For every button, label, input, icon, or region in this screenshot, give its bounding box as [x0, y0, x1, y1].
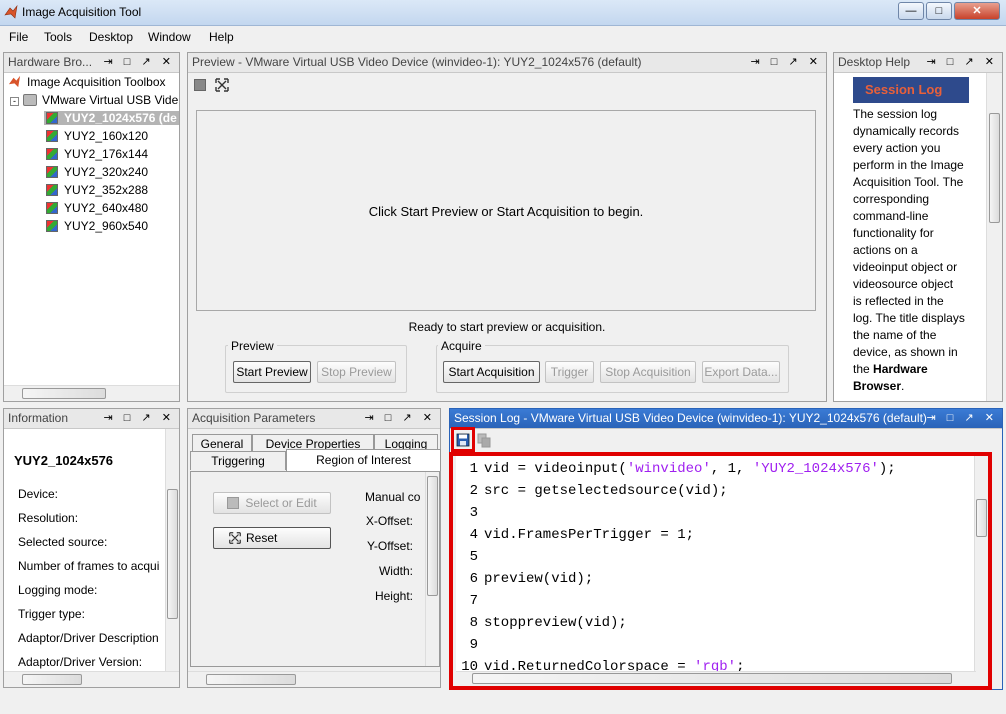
menu-window[interactable]: Window — [148, 30, 191, 44]
scroll-thumb[interactable] — [989, 113, 1000, 223]
format-icon — [46, 130, 58, 142]
tree-root[interactable]: Image Acquisition Toolbox — [8, 75, 166, 89]
fit-to-window-icon[interactable] — [214, 77, 230, 93]
start-preview-button[interactable]: Start Preview — [233, 361, 311, 383]
toolbox-icon — [8, 75, 21, 88]
tree-format-item[interactable]: YUY2_352x288 — [46, 183, 148, 197]
tab-triggering[interactable]: Triggering — [190, 451, 286, 470]
menu-file[interactable]: File — [9, 30, 28, 44]
start-acquisition-button[interactable]: Start Acquisition — [443, 361, 540, 383]
menu-bar: File Tools Desktop Window Help — [0, 27, 1006, 47]
info-row: Adaptor/Driver Version: — [18, 655, 143, 669]
info-row: Logging mode: — [18, 583, 98, 597]
menu-desktop[interactable]: Desktop — [89, 30, 133, 44]
stop-preview-button[interactable]: Stop Preview — [317, 361, 396, 383]
preview-panel: Preview - VMware Virtual USB Video Devic… — [187, 52, 827, 402]
info-row: Number of frames to acqui — [18, 559, 160, 573]
info-row: Device: — [18, 487, 59, 501]
scroll-thumb[interactable] — [167, 489, 178, 619]
roi-tab-content: Select or Edit Reset Manual co X-Offset:… — [190, 471, 440, 667]
camera-icon — [23, 94, 37, 106]
title-bar: Image Acquisition Tool — □ ✕ — [0, 0, 1006, 26]
acq-hscrollbar[interactable] — [188, 671, 440, 687]
help-vscrollbar[interactable] — [986, 73, 1002, 401]
panel-header-icons[interactable]: ⇥ □ ↗ ✕ — [751, 55, 822, 68]
format-icon — [46, 112, 58, 124]
window-maximize-button[interactable]: □ — [926, 2, 952, 20]
information-panel: Information ⇥ □ ↗ ✕ YUY2_1024x576 Device… — [3, 408, 180, 688]
menu-help[interactable]: Help — [209, 30, 234, 44]
tab-region-of-interest[interactable]: Region of Interest — [286, 449, 441, 471]
panel-header-icons[interactable]: ⇥ □ ↗ ✕ — [927, 411, 998, 424]
format-icon — [46, 148, 58, 160]
y-offset-label: Y-Offset: — [366, 539, 413, 553]
manual-config-label: Manual co — [365, 490, 421, 504]
format-icon — [46, 220, 58, 232]
scroll-thumb[interactable] — [206, 674, 296, 685]
window-minimize-button[interactable]: — — [898, 2, 924, 20]
scroll-thumb[interactable] — [427, 476, 438, 596]
reset-button[interactable]: Reset — [213, 527, 331, 549]
desktop-help-panel: Desktop Help ⇥ □ ↗ ✕ Session Log The ses… — [833, 52, 1003, 402]
select-or-edit-button[interactable]: Select or Edit — [213, 492, 331, 514]
info-row: Resolution: — [18, 511, 79, 525]
tree-format-item[interactable]: YUY2_160x120 — [46, 129, 148, 143]
help-link-hardware[interactable]: Hardware — [873, 362, 928, 376]
panel-header-icons[interactable]: ⇥ □ ↗ ✕ — [927, 55, 998, 68]
acquire-group-label: Acquire — [438, 339, 485, 353]
hardware-tree: Image Acquisition Toolbox - VMware Virtua… — [4, 73, 179, 383]
log-highlight-box — [449, 452, 992, 690]
preview-area: Click Start Preview or Start Acquisition… — [196, 110, 816, 311]
tree-format-item[interactable]: YUY2_960x540 — [46, 219, 148, 233]
width-label: Width: — [378, 564, 413, 578]
copy-icon[interactable] — [477, 433, 492, 448]
window-close-button[interactable]: ✕ — [954, 2, 1000, 20]
format-icon — [46, 184, 58, 196]
panel-header-icons[interactable]: ⇥ □ ↗ ✕ — [365, 411, 436, 424]
matlab-logo-icon — [4, 5, 18, 19]
reset-icon — [229, 532, 241, 544]
panel-header-icons[interactable]: ⇥ □ ↗ ✕ — [104, 411, 175, 424]
info-vscrollbar[interactable] — [165, 429, 179, 671]
tree-format-item[interactable]: YUY2_640x480 — [46, 201, 148, 215]
help-title: Session Log — [853, 77, 969, 103]
menu-tools[interactable]: Tools — [44, 30, 72, 44]
preview-group-label: Preview — [228, 339, 277, 353]
info-hscrollbar[interactable] — [4, 671, 179, 687]
trigger-button[interactable]: Trigger — [545, 361, 594, 383]
hardware-hscrollbar[interactable] — [4, 385, 179, 401]
preview-status: Ready to start preview or acquisition. — [408, 320, 606, 334]
hardware-browser-panel: Hardware Bro... ⇥ □ ↗ ✕ Image Acquisitio… — [3, 52, 180, 402]
info-row: Trigger type: — [18, 607, 85, 621]
collapse-icon[interactable]: - — [10, 97, 19, 106]
tree-format-item[interactable]: YUY2_1024x576 (de — [44, 111, 179, 125]
session-log-header: Session Log - VMware Virtual USB Video D… — [450, 409, 1002, 429]
info-row: Selected source: — [18, 535, 108, 549]
select-icon — [227, 497, 240, 509]
x-offset-label: X-Offset: — [365, 514, 413, 528]
information-title: YUY2_1024x576 — [14, 453, 114, 468]
help-link-browser[interactable]: Browser — [853, 379, 901, 393]
roi-vscrollbar[interactable] — [425, 472, 439, 666]
format-icon — [46, 202, 58, 214]
height-label: Height: — [374, 589, 413, 603]
acquisition-parameters-panel: Acquisition Parameters ⇥ □ ↗ ✕ General D… — [187, 408, 441, 688]
panel-header-icons[interactable]: ⇥ □ ↗ ✕ — [104, 55, 175, 68]
format-icon — [46, 166, 58, 178]
tree-device[interactable]: - VMware Virtual USB Vide — [10, 93, 178, 107]
save-highlight-box — [451, 427, 475, 452]
tree-format-item[interactable]: YUY2_176x144 — [46, 147, 148, 161]
help-text: The session log dynamically records every … — [853, 107, 965, 393]
tree-format-item[interactable]: YUY2_320x240 — [46, 165, 148, 179]
window-title: Image Acquisition Tool — [22, 5, 142, 19]
preview-message: Click Start Preview or Start Acquisition… — [368, 204, 644, 219]
info-row: Adaptor/Driver Description — [18, 631, 159, 645]
stop-icon[interactable] — [194, 79, 206, 91]
preview-header: Preview - VMware Virtual USB Video Devic… — [188, 53, 826, 73]
scroll-thumb[interactable] — [22, 674, 82, 685]
export-data-button[interactable]: Export Data... — [702, 361, 780, 383]
scroll-thumb[interactable] — [22, 388, 106, 399]
stop-acquisition-button[interactable]: Stop Acquisition — [600, 361, 696, 383]
